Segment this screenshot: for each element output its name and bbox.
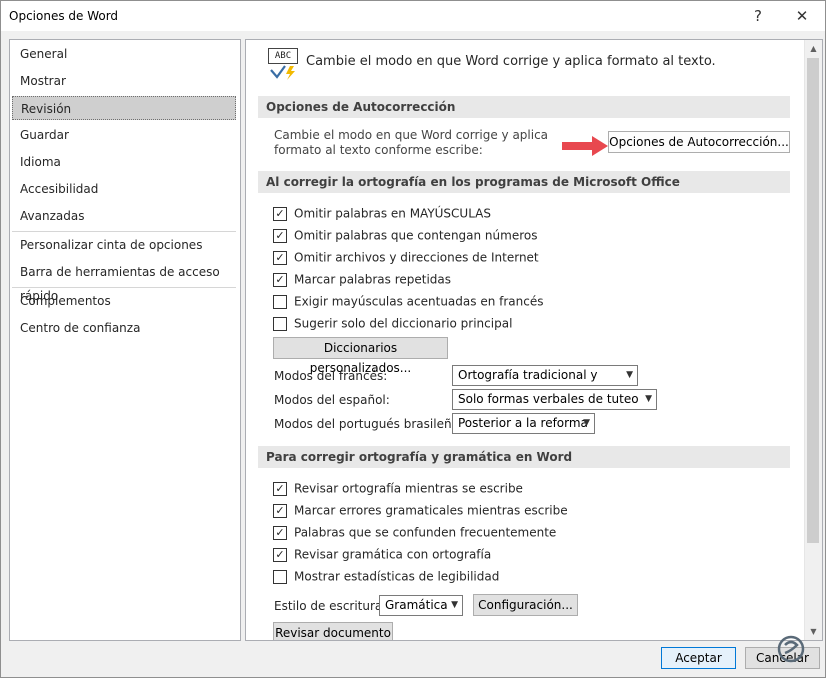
autocorrect-description: Cambie el modo en que Word corrige y apl… (274, 128, 549, 157)
sidebar-item-revision[interactable]: Revisión (12, 96, 236, 120)
checkbox-checked[interactable]: ✓ (273, 503, 287, 518)
revision-panel: ABC Cambie el modo en que Word corrige y… (245, 39, 823, 641)
checkbox-unchecked[interactable] (273, 316, 287, 331)
dialog-title: Opciones de Word (9, 9, 119, 23)
checkbox-unchecked[interactable] (273, 294, 287, 309)
sidebar-item-barra-acceso-rapido[interactable]: Barra de herramientas de acceso rápido (12, 260, 236, 303)
chevron-down-icon: ▼ (451, 600, 458, 610)
chevron-down-icon: ▼ (645, 394, 652, 404)
sidebar-divider (12, 231, 236, 232)
sidebar-divider (12, 287, 236, 288)
check-row[interactable]: ✓ Palabras que se confunden frecuentement… (273, 524, 556, 542)
sidebar-nav: General Mostrar Revisión Guardar Idioma … (9, 39, 241, 641)
sidebar-item-centro-confianza[interactable]: Centro de confianza (12, 316, 236, 340)
spanish-modes-label: Modos del español: (274, 393, 390, 407)
writing-style-select[interactable]: Gramática ▼ (379, 595, 463, 616)
portuguese-modes-select[interactable]: Posterior a la reforma ▼ (452, 413, 595, 434)
check-row[interactable]: ✓ Omitir archivos y direcciones de Intern… (273, 249, 539, 267)
checkbox-checked[interactable]: ✓ (273, 250, 287, 265)
check-row[interactable]: ✓ Omitir palabras en MAYÚSCULAS (273, 205, 491, 223)
check-row[interactable]: ✓ Omitir palabras que contengan números (273, 227, 537, 245)
autocorrect-options-button[interactable]: Opciones de Autocorrección... (608, 131, 790, 153)
scroll-thumb[interactable] (807, 58, 819, 543)
red-arrow-icon (562, 136, 608, 156)
sidebar-item-mostrar[interactable]: Mostrar (12, 69, 236, 93)
check-row[interactable]: Exigir mayúsculas acentuadas en francés (273, 293, 543, 311)
sidebar-item-accesibilidad[interactable]: Accesibilidad (12, 177, 236, 201)
chevron-down-icon: ▼ (583, 418, 590, 428)
autocorrect-section-header: Opciones de Autocorrección (258, 96, 790, 118)
accept-button[interactable]: Aceptar (661, 647, 736, 669)
sidebar-item-general[interactable]: General (12, 42, 236, 66)
spanish-modes-select[interactable]: Solo formas verbales de tuteo ▼ (452, 389, 657, 410)
sidebar-item-personalizar-cinta[interactable]: Personalizar cinta de opciones (12, 233, 236, 257)
sidebar-item-complementos[interactable]: Complementos (12, 289, 236, 313)
checkbox-checked[interactable]: ✓ (273, 481, 287, 496)
checkbox-checked[interactable]: ✓ (273, 547, 287, 562)
check-row[interactable]: ✓ Revisar ortografía mientras se escribe (273, 480, 523, 498)
checkbox-unchecked[interactable] (273, 569, 287, 584)
scroll-up-icon[interactable]: ▲ (805, 40, 822, 57)
help-button[interactable]: ? (735, 1, 781, 31)
check-row[interactable]: Sugerir solo del diccionario principal (273, 315, 512, 333)
word-grammar-section-header: Para corregir ortografía y gramática en … (258, 446, 790, 468)
vertical-scrollbar[interactable]: ▲ ▼ (804, 40, 822, 640)
checkbox-checked[interactable]: ✓ (273, 272, 287, 287)
portuguese-modes-label: Modos del portugués brasileño: (274, 417, 463, 431)
recheck-document-button[interactable]: Revisar documento (273, 622, 393, 640)
options-dialog: Opciones de Word ? ✕ General Mostrar Rev… (0, 0, 826, 678)
checkbox-checked[interactable]: ✓ (273, 525, 287, 540)
close-button[interactable]: ✕ (779, 1, 825, 31)
check-row[interactable]: Mostrar estadísticas de legibilidad (273, 568, 499, 586)
settings-button[interactable]: Configuración... (473, 594, 578, 616)
writing-style-label: Estilo de escritura: (274, 599, 387, 613)
check-row[interactable]: ✓ Marcar palabras repetidas (273, 271, 451, 289)
office-spelling-section-header: Al corregir la ortografía en los program… (258, 171, 790, 193)
sidebar-item-avanzadas[interactable]: Avanzadas (12, 204, 236, 228)
checkmark-lightning-icon (270, 65, 295, 80)
spelling-abc-icon: ABC (268, 48, 300, 80)
title-bar: Opciones de Word ? ✕ (1, 1, 825, 31)
sidebar-item-idioma[interactable]: Idioma (12, 150, 236, 174)
sidebar-item-guardar[interactable]: Guardar (12, 123, 236, 147)
custom-dictionaries-button[interactable]: Diccionarios personalizados... (273, 337, 448, 375)
french-modes-select[interactable]: Ortografía tradicional y nueva▼ (452, 365, 638, 401)
watermark-logo-icon (777, 635, 805, 663)
check-row[interactable]: ✓ Revisar gramática con ortografía (273, 546, 491, 564)
checkbox-checked[interactable]: ✓ (273, 206, 287, 221)
checkbox-checked[interactable]: ✓ (273, 228, 287, 243)
check-row[interactable]: ✓ Marcar errores gramaticales mientras es… (273, 502, 568, 520)
intro-text: Cambie el modo en que Word corrige y apl… (306, 54, 716, 69)
chevron-down-icon: ▼ (626, 370, 633, 380)
french-modes-label: Modos del francés: (274, 369, 388, 383)
